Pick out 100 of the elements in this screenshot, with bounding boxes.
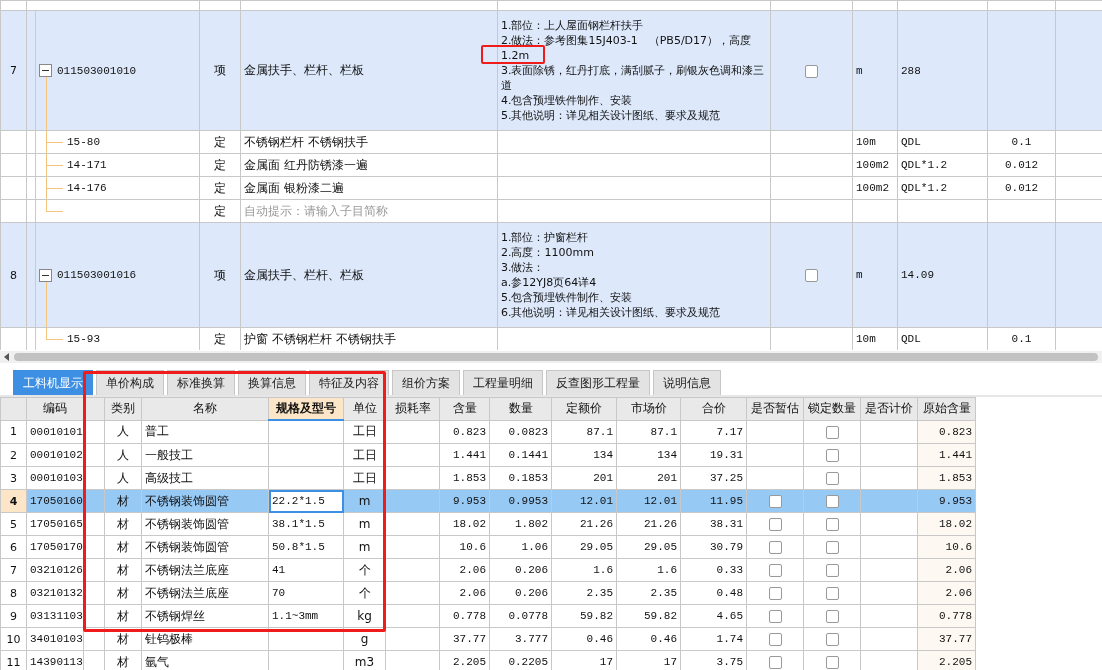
checkbox[interactable] <box>825 495 839 508</box>
tab[interactable]: 说明信息 <box>653 370 721 395</box>
checkbox[interactable] <box>825 541 839 554</box>
checkbox[interactable] <box>768 587 782 600</box>
table-cell: 41 <box>268 558 344 582</box>
table-cell: 4.65 <box>680 604 747 628</box>
checkbox[interactable] <box>768 541 782 554</box>
feature-line: 6.其他说明：详见相关设计图纸、要求及规范 <box>501 305 721 320</box>
table-cell: 29.05 <box>616 535 681 559</box>
table-cell: 不锈钢法兰底座 <box>141 581 269 605</box>
column-header[interactable]: 定额价 <box>551 397 617 420</box>
name-cell: 金属面 红丹防锈漆一遍 <box>240 153 498 177</box>
checkbox[interactable] <box>825 472 839 485</box>
table-cell: 材 <box>104 512 142 536</box>
table-cell: 2.06 <box>439 581 490 605</box>
checkbox[interactable] <box>805 269 818 282</box>
table-cell: 0.206 <box>489 581 552 605</box>
checkbox[interactable] <box>768 564 782 577</box>
row-number: 6 <box>0 535 27 559</box>
table-cell: 1.1~3mm <box>268 604 344 628</box>
row-number: 10 <box>0 627 27 651</box>
table-cell: 不锈钢法兰底座 <box>141 558 269 582</box>
checkbox[interactable] <box>768 495 782 508</box>
table-cell: 0.0823 <box>489 420 552 444</box>
table-cell: 87.1 <box>616 420 681 444</box>
type-cell: 定 <box>199 153 241 177</box>
row-number: 7 <box>0 10 27 131</box>
horizontal-scrollbar[interactable] <box>0 351 1102 363</box>
table-cell: 0.1853 <box>489 466 552 490</box>
column-header[interactable]: 含量 <box>439 397 490 420</box>
tab[interactable]: 组价方案 <box>392 370 460 395</box>
table-cell: 134 <box>551 443 617 467</box>
table-cell: 21.26 <box>551 512 617 536</box>
table-cell: 1.06 <box>489 535 552 559</box>
row-number: 5 <box>0 512 27 536</box>
column-header[interactable]: 规格及型号 <box>268 397 344 420</box>
table-cell: 2.35 <box>616 581 681 605</box>
column-header[interactable]: 数量 <box>489 397 552 420</box>
left-arrow-icon[interactable] <box>4 353 10 361</box>
column-header[interactable]: 类别 <box>104 397 142 420</box>
column-header[interactable]: 市场价 <box>616 397 681 420</box>
table-cell: 30.79 <box>680 535 747 559</box>
item-code: 011503001016 <box>57 269 137 281</box>
column-header[interactable]: 原始含量 <box>917 397 976 420</box>
table-cell: 0.0778 <box>489 604 552 628</box>
column-header[interactable]: 单位 <box>343 397 386 420</box>
column-header[interactable]: 是否暂估 <box>746 397 804 420</box>
table-cell: 不锈钢装饰圆管 <box>141 535 269 559</box>
checkbox[interactable] <box>825 610 839 623</box>
column-header[interactable]: 编码 <box>26 397 84 420</box>
checkbox[interactable] <box>825 518 839 531</box>
checkbox[interactable] <box>768 656 782 669</box>
checkbox[interactable] <box>768 610 782 623</box>
quantity-cell: 0.1 <box>987 130 1056 154</box>
type-cell: 项 <box>199 222 241 328</box>
checkbox[interactable] <box>825 587 839 600</box>
column-header[interactable]: 合价 <box>680 397 747 420</box>
column-header[interactable]: 锁定数量 <box>803 397 861 420</box>
collapse-icon[interactable] <box>39 64 52 77</box>
table-cell: 201 <box>616 466 681 490</box>
table-cell: 70 <box>268 581 344 605</box>
table-cell: 0.46 <box>551 627 617 651</box>
table-cell: 0.1441 <box>489 443 552 467</box>
table-cell: 37.25 <box>680 466 747 490</box>
column-header[interactable]: 是否计价 <box>860 397 918 420</box>
item-code: 011503001010 <box>57 64 137 77</box>
table-cell: 材 <box>104 535 142 559</box>
tab[interactable]: 标准换算 <box>167 370 235 395</box>
tab[interactable]: 反查图形工程量 <box>546 370 650 395</box>
name-cell: 金属扶手、栏杆、栏板 <box>240 10 498 131</box>
column-header[interactable]: 名称 <box>141 397 269 420</box>
table-cell: 19.31 <box>680 443 747 467</box>
tab[interactable]: 单价构成 <box>96 370 164 395</box>
checkbox[interactable] <box>805 64 818 78</box>
feature-line: 3.做法： <box>501 260 545 275</box>
checkbox[interactable] <box>825 564 839 577</box>
checkbox[interactable] <box>768 633 782 646</box>
table-cell: 材 <box>104 558 142 582</box>
table-cell: 不锈钢装饰圆管 <box>141 489 269 513</box>
checkbox[interactable] <box>825 425 839 439</box>
checkbox[interactable] <box>825 449 839 462</box>
tab[interactable]: 工程量明细 <box>463 370 543 395</box>
checkbox[interactable] <box>825 633 839 646</box>
name-cell: 金属面 银粉漆二遍 <box>240 176 498 200</box>
row-number: 11 <box>0 650 27 670</box>
table-cell: 材 <box>104 581 142 605</box>
feature-line: 5.其他说明：详见相关设计图纸、要求及规范 <box>501 108 721 123</box>
checkbox[interactable] <box>768 518 782 531</box>
table-cell: 人 <box>104 420 142 444</box>
tab[interactable]: 换算信息 <box>238 370 306 395</box>
table-cell: 38.1*1.5 <box>268 512 344 536</box>
table-cell: 7.17 <box>680 420 747 444</box>
checkbox[interactable] <box>825 656 839 669</box>
feature-line: 3.表面除锈，红丹打底，满刮腻子，刷银灰色调和漆三道 <box>501 63 766 93</box>
table-cell: 59.82 <box>616 604 681 628</box>
column-header[interactable]: 损耗率 <box>385 397 440 420</box>
unit-cell: 100m2 <box>852 153 898 177</box>
collapse-icon[interactable] <box>39 268 52 282</box>
expression-cell: QDL*1.2 <box>897 153 988 177</box>
row-number: 2 <box>0 443 27 467</box>
